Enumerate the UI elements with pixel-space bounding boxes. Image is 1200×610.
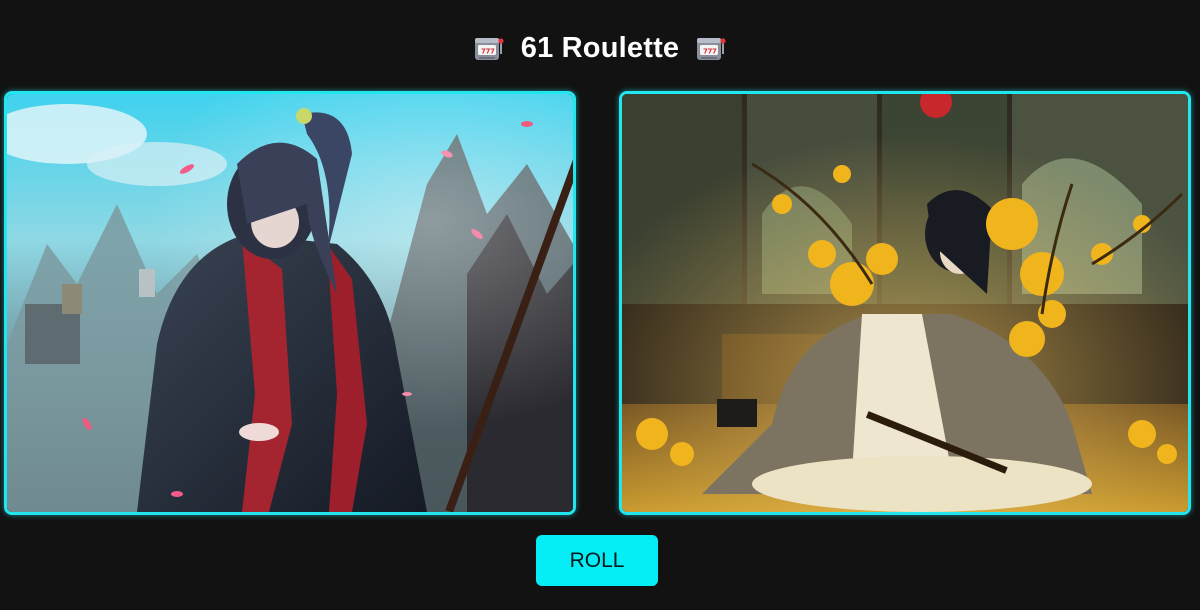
left-artwork-image — [7, 94, 573, 512]
right-artwork-image — [622, 94, 1188, 512]
slot-machine-icon: 7 7 7 — [697, 38, 726, 60]
svg-text:7: 7 — [490, 48, 495, 56]
roll-button[interactable]: ROLL — [536, 535, 658, 586]
roulette-page: 7 7 7 61 Roulette 7 7 7 ROLL — [0, 0, 1200, 610]
page-header: 7 7 7 61 Roulette 7 7 7 — [0, 26, 1200, 70]
svg-text:7: 7 — [712, 48, 717, 56]
left-artwork-card[interactable] — [4, 91, 576, 515]
page-title: 61 Roulette — [520, 31, 680, 64]
right-artwork-card[interactable] — [619, 91, 1191, 515]
slot-machine-icon: 7 7 7 — [474, 38, 504, 60]
